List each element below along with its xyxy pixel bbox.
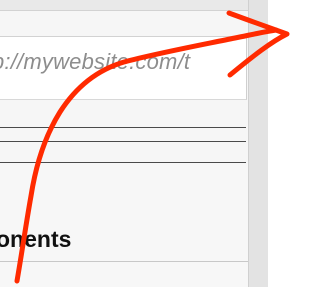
top-toolbar-strip xyxy=(0,0,248,11)
section-title: onents xyxy=(0,226,72,252)
scrollbar[interactable] xyxy=(248,0,269,287)
url-text[interactable]: p://mywebsite.com/t xyxy=(0,49,190,75)
divider-line xyxy=(0,127,246,128)
divider-line xyxy=(0,141,246,142)
content-area xyxy=(0,163,248,287)
browser-panel: p://mywebsite.com/t onents xyxy=(0,0,248,287)
url-field[interactable]: p://mywebsite.com/t xyxy=(0,36,247,100)
right-gutter xyxy=(268,0,297,287)
section-divider xyxy=(0,261,248,262)
